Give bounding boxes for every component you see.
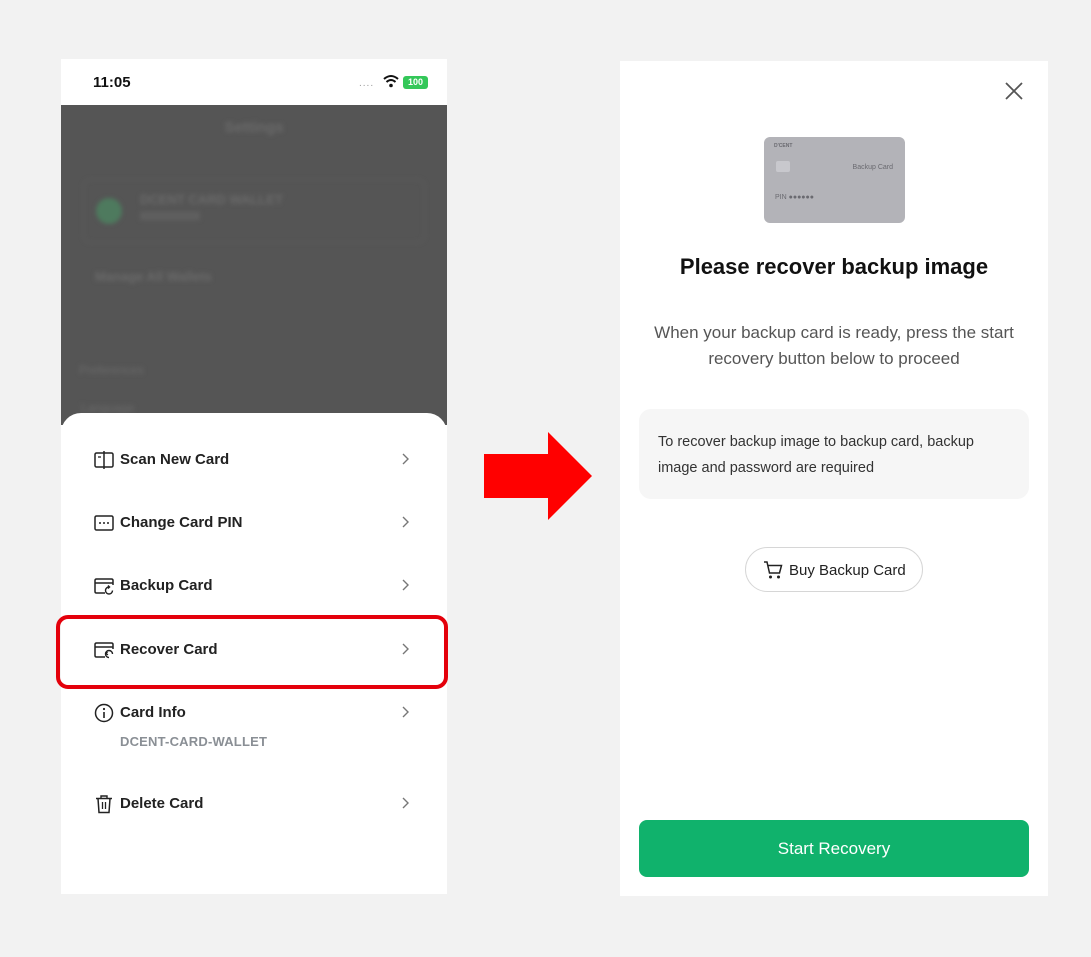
wallet-icon [96,198,122,224]
battery-icon: 100 [403,76,428,89]
settings-screen: 11:05 .... 100 Settings DCENT CARD WALLE… [61,59,447,894]
card-brand-logo: D'CENT [774,143,793,149]
dimmed-background: Settings DCENT CARD WALLET Manage All Wa… [61,105,447,425]
menu-label: Backup Card [120,577,213,594]
card-wallet-name: DCENT-CARD-WALLET [120,734,268,749]
modal-description: When your backup card is ready, press th… [654,323,1014,368]
buy-button-label: Buy Backup Card [789,562,906,579]
start-recovery-button[interactable]: Start Recovery [639,820,1029,877]
blurred-card-name: DCENT CARD WALLET [140,192,283,207]
start-recovery-label: Start Recovery [777,839,891,858]
chevron-right-icon [402,516,409,528]
menu-label: Scan New Card [120,451,230,468]
info-box: To recover backup image to backup card, … [639,409,1029,499]
status-bar: 11:05 .... 100 [61,59,447,105]
backup-card-icon [94,578,114,595]
menu-item-delete-card[interactable]: Delete Card [61,784,447,824]
blurred-section: Preferences [79,363,144,377]
pin-card-icon [94,515,114,531]
recover-modal: D'CENT Backup Card PIN ●●●●●● Please rec… [620,61,1048,896]
modal-title: Please recover backup image [679,254,989,279]
info-text: To recover backup image to backup card, … [658,434,974,476]
chevron-right-icon [402,579,409,591]
recover-card-highlight [56,615,448,689]
backup-card-image: D'CENT Backup Card PIN ●●●●●● [764,137,905,223]
wifi-icon [383,75,399,88]
status-time: 11:05 [93,74,131,91]
trash-icon [96,795,112,814]
menu-label: Delete Card [120,795,204,812]
cart-icon [764,561,783,579]
arrow-right-icon [484,432,592,520]
menu-item-card-info[interactable]: Card Info DCENT-CARD-WALLET [61,693,447,757]
menu-item-change-card-pin[interactable]: Change Card PIN [61,503,447,543]
blurred-manage-wallets: Manage All Wallets [95,269,212,284]
card-label: Backup Card [852,164,893,171]
info-icon [94,703,114,723]
close-icon[interactable] [1002,79,1026,103]
card-pin: PIN ●●●●●● [775,194,814,201]
buy-backup-card-button[interactable]: Buy Backup Card [745,547,923,592]
menu-label: Card Info [120,704,186,721]
menu-item-scan-new-card[interactable]: Scan New Card [61,440,447,480]
menu-item-backup-card[interactable]: Backup Card [61,566,447,606]
chevron-right-icon [402,797,409,809]
signal-icon: .... [359,78,375,89]
chevron-right-icon [402,706,409,718]
scan-card-icon [94,451,114,469]
chevron-right-icon [402,453,409,465]
blurred-title: Settings [224,119,284,136]
blurred-card-wallet: DCENT CARD WALLET [83,179,425,243]
menu-label: Change Card PIN [120,514,243,531]
card-chip [776,161,790,172]
